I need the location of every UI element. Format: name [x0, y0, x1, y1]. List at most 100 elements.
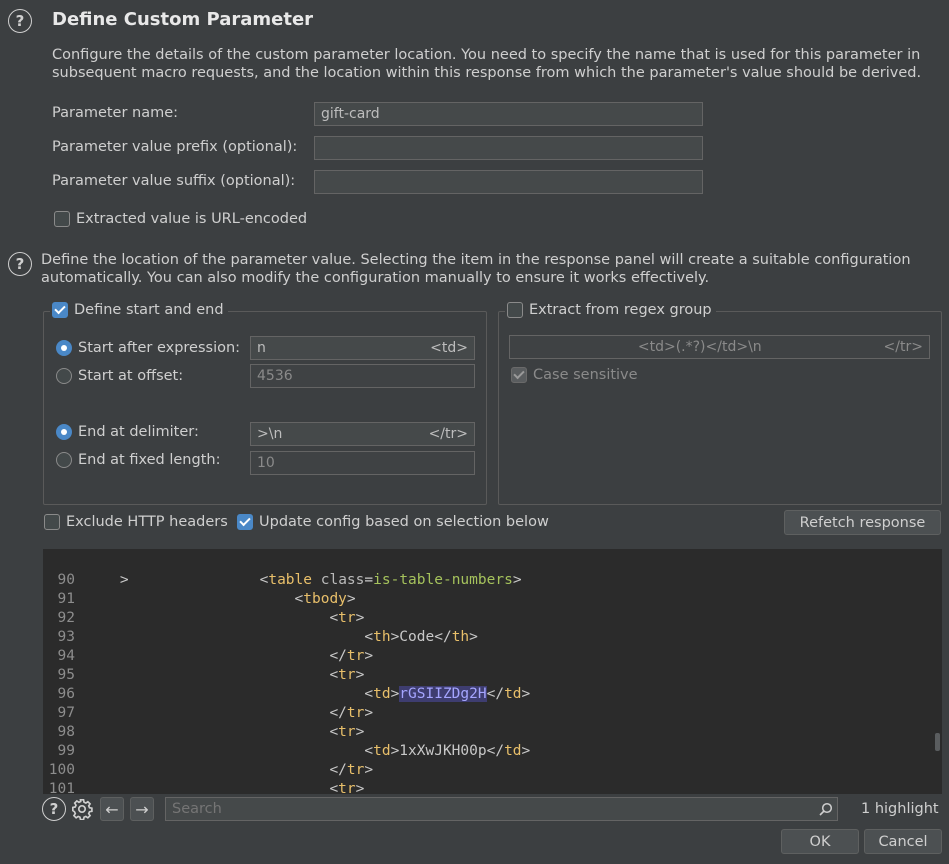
code-line: 94 </tr>: [43, 647, 374, 666]
highlight-count: 1 highlight: [861, 801, 939, 817]
search-icon[interactable]: [815, 802, 837, 816]
tag-name: td: [373, 686, 391, 702]
cell-text: Code: [399, 629, 435, 645]
exclude-headers-checkbox[interactable]: [44, 514, 60, 530]
line-number: 99: [57, 743, 75, 759]
exclude-headers-label: Exclude HTTP headers: [66, 514, 228, 530]
regex-hint: </tr>: [883, 339, 923, 355]
selected-text[interactable]: rGSIIZDg2H: [399, 686, 487, 702]
parameter-suffix-label: Parameter value suffix (optional):: [52, 173, 296, 189]
settings-gear-icon[interactable]: [70, 797, 94, 821]
url-encoded-checkbox[interactable]: [54, 211, 70, 227]
tag-name: tr: [346, 648, 365, 664]
start-offset-radio[interactable]: [56, 368, 72, 384]
update-config-label: Update config based on selection below: [259, 514, 549, 530]
code-line: 93 <th>Code</th>: [43, 628, 478, 647]
parameter-name-input[interactable]: gift-card: [314, 102, 703, 126]
refetch-response-button[interactable]: Refetch response: [784, 510, 941, 535]
editor-scrollbar[interactable]: [935, 733, 940, 751]
previous-match-button[interactable]: ←: [100, 797, 124, 821]
attr-value: is-table-numbers: [373, 572, 513, 588]
line-number: 93: [57, 629, 75, 645]
parameter-prefix-input[interactable]: [314, 136, 703, 160]
regex-input[interactable]: <td>(.*?)</td>\n </tr>: [509, 335, 930, 359]
start-after-label: Start after expression:: [78, 340, 241, 356]
code-line: 98 <tr>: [43, 723, 365, 742]
case-sensitive-checkbox[interactable]: [511, 367, 527, 383]
next-match-button[interactable]: →: [130, 797, 154, 821]
end-delimiter-radio[interactable]: [56, 424, 72, 440]
start-after-value: n: [257, 340, 266, 356]
define-start-end-checkbox[interactable]: [52, 302, 68, 318]
editor-help-icon[interactable]: ?: [42, 797, 66, 821]
start-after-radio[interactable]: [56, 340, 72, 356]
end-delimiter-label: End at delimiter:: [78, 424, 199, 440]
tag-name: td: [504, 686, 522, 702]
line-number: 100: [48, 762, 75, 778]
line-number: 92: [57, 610, 75, 626]
help-icon[interactable]: ?: [8, 9, 32, 33]
code-line: 100 </tr>: [43, 761, 373, 780]
line-number: 94: [57, 648, 75, 664]
end-fixed-radio[interactable]: [56, 452, 72, 468]
line-number: 97: [57, 705, 75, 721]
tag-name: tr: [338, 610, 356, 626]
dialog-description: Configure the details of the custom para…: [52, 47, 922, 81]
end-fixed-input[interactable]: 10: [250, 451, 475, 475]
regex-group-label: Extract from regex group: [529, 302, 712, 318]
arrow-left-icon: ←: [105, 799, 119, 819]
location-help-icon[interactable]: ?: [8, 252, 32, 276]
line-number: 90: [57, 572, 75, 588]
attr-name: class: [320, 572, 365, 588]
end-delimiter-value: >\n: [257, 426, 283, 442]
define-start-end-label: Define start and end: [74, 302, 224, 318]
regex-group-checkbox[interactable]: [507, 302, 523, 318]
tag-name: table: [268, 572, 312, 588]
start-after-hint: <td>: [430, 340, 468, 356]
tag-name: td: [373, 743, 391, 759]
location-description: Define the location of the parameter val…: [41, 252, 911, 286]
code-line: 101 <tr>: [43, 780, 365, 794]
update-config-checkbox[interactable]: [237, 514, 253, 530]
code-line: 99 <td>1xXwJKH00p</td>: [43, 742, 531, 761]
code-line: 91 <tbody>: [43, 590, 356, 609]
url-encoded-label: Extracted value is URL-encoded: [76, 211, 308, 227]
tag-name: tr: [338, 781, 356, 794]
end-delimiter-hint: </tr>: [428, 426, 468, 442]
end-fixed-label: End at fixed length:: [78, 452, 221, 468]
tag-name: tr: [338, 667, 356, 683]
search-input[interactable]: [168, 801, 815, 817]
line-number: 101: [48, 781, 75, 794]
code-line: 92 <tr>: [43, 609, 365, 628]
end-delimiter-input[interactable]: >\n </tr>: [250, 422, 475, 446]
arrow-right-icon: →: [135, 799, 149, 819]
response-editor[interactable]: > 90 <table class=is-table-numbers> 91 <t…: [43, 549, 942, 794]
start-offset-input[interactable]: 4536: [250, 364, 475, 388]
start-after-input[interactable]: n <td>: [250, 336, 475, 360]
tag-name: tr: [338, 724, 356, 740]
regex-value: <td>(.*?)</td>\n: [637, 339, 762, 355]
ok-button[interactable]: OK: [781, 829, 859, 854]
line-number: 91: [57, 591, 75, 607]
parameter-prefix-label: Parameter value prefix (optional):: [52, 139, 298, 155]
line-number: 96: [57, 686, 75, 702]
tag-name: th: [373, 629, 391, 645]
line-number: 95: [57, 667, 75, 683]
code-line: 95 <tr>: [43, 666, 365, 685]
tag-name: tbody: [303, 591, 347, 607]
case-sensitive-label: Case sensitive: [533, 367, 638, 383]
editor-partial-line: >: [119, 572, 129, 588]
parameter-name-label: Parameter name:: [52, 105, 179, 121]
code-line: 90 <table class=is-table-numbers>: [43, 571, 522, 590]
code-line: 96 <td>rGSIIZDg2H</td>: [43, 685, 530, 704]
cell-text: 1xXwJKH00p: [399, 743, 487, 759]
tag-name: td: [504, 743, 522, 759]
parameter-suffix-input[interactable]: [314, 170, 703, 194]
cancel-button[interactable]: Cancel: [864, 829, 942, 854]
search-box[interactable]: [165, 797, 838, 821]
tag-name: tr: [346, 762, 365, 778]
line-number: 98: [57, 724, 75, 740]
start-offset-label: Start at offset:: [78, 368, 184, 384]
dialog-title: Define Custom Parameter: [52, 9, 314, 30]
tag-name: th: [451, 629, 470, 645]
